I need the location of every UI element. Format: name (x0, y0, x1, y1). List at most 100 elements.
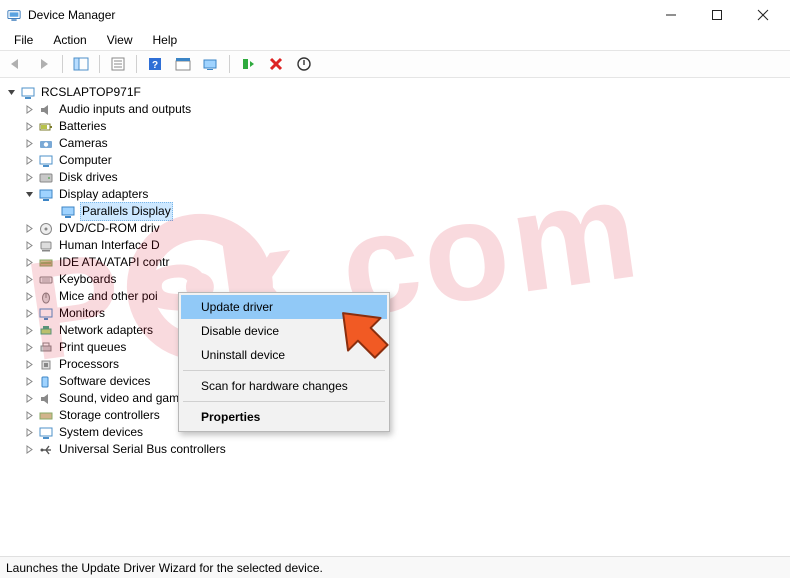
menu-help[interactable]: Help (143, 31, 188, 49)
chevron-right-icon[interactable] (24, 427, 35, 438)
category-icon (38, 187, 54, 203)
menubar: File Action View Help (0, 30, 790, 50)
tree-category[interactable]: Cameras (6, 135, 790, 152)
disable-button[interactable] (292, 53, 316, 75)
tree-category-label: System devices (58, 424, 144, 441)
tree-category-label: Human Interface D (58, 237, 161, 254)
category-icon (38, 442, 54, 458)
tree-category[interactable]: Human Interface D (6, 237, 790, 254)
chevron-right-icon[interactable] (24, 274, 35, 285)
toolbar-separator (229, 55, 230, 73)
category-icon (38, 238, 54, 254)
chevron-right-icon[interactable] (24, 308, 35, 319)
enable-button[interactable] (236, 53, 260, 75)
tree-category[interactable]: Keyboards (6, 271, 790, 288)
category-icon (38, 323, 54, 339)
tree-device-label: Parallels Display (80, 202, 173, 221)
tree-category-label: Audio inputs and outputs (58, 101, 192, 118)
statusbar-text: Launches the Update Driver Wizard for th… (6, 561, 323, 575)
tree-category-label: Computer (58, 152, 113, 169)
update-driver-button[interactable] (171, 53, 195, 75)
chevron-right-icon[interactable] (24, 257, 35, 268)
tree-category-label: Mice and other poi (58, 288, 159, 305)
category-icon (38, 119, 54, 135)
cm-separator (183, 370, 385, 371)
category-icon (38, 255, 54, 271)
twisty-blank (46, 206, 57, 217)
toolbar-separator (136, 55, 137, 73)
chevron-right-icon[interactable] (24, 393, 35, 404)
chevron-right-icon[interactable] (24, 121, 35, 132)
tree-category[interactable]: Batteries (6, 118, 790, 135)
chevron-right-icon[interactable] (24, 240, 35, 251)
tree-category-label: Print queues (58, 339, 127, 356)
cm-separator (183, 401, 385, 402)
category-icon (38, 136, 54, 152)
tree-root-label: RCSLAPTOP971F (40, 84, 142, 101)
device-tree[interactable]: RCSLAPTOP971F Audio inputs and outputs B… (0, 78, 790, 458)
forward-button[interactable] (32, 53, 56, 75)
tree-category[interactable]: Sound, video and game controllers (6, 390, 790, 407)
tree-category[interactable]: Universal Serial Bus controllers (6, 441, 790, 458)
chevron-right-icon[interactable] (24, 359, 35, 370)
show-hide-tree-button[interactable] (69, 53, 93, 75)
chevron-right-icon[interactable] (24, 342, 35, 353)
pointer-cursor-icon (330, 300, 400, 370)
menu-file[interactable]: File (4, 31, 43, 49)
chevron-right-icon[interactable] (24, 376, 35, 387)
minimize-button[interactable] (648, 1, 694, 29)
close-button[interactable] (740, 1, 786, 29)
help-button[interactable]: ? (143, 53, 167, 75)
chevron-right-icon[interactable] (24, 172, 35, 183)
category-icon (38, 102, 54, 118)
category-icon (38, 306, 54, 322)
scan-hardware-button[interactable] (199, 53, 223, 75)
chevron-right-icon[interactable] (24, 410, 35, 421)
menu-view[interactable]: View (97, 31, 143, 49)
tree-category[interactable]: DVD/CD-ROM driv (6, 220, 790, 237)
tree-category[interactable]: Storage controllers (6, 407, 790, 424)
tree-category[interactable]: Display adapters (6, 186, 790, 203)
tree-category-label: Disk drives (58, 169, 119, 186)
tree-category-label: Network adapters (58, 322, 154, 339)
chevron-right-icon[interactable] (24, 138, 35, 149)
tree-category-label: Storage controllers (58, 407, 161, 424)
tree-category[interactable]: Computer (6, 152, 790, 169)
tree-root[interactable]: RCSLAPTOP971F (6, 84, 790, 101)
tree-category-label: Universal Serial Bus controllers (58, 441, 227, 458)
category-icon (38, 425, 54, 441)
maximize-button[interactable] (694, 1, 740, 29)
category-icon (38, 289, 54, 305)
back-button[interactable] (4, 53, 28, 75)
chevron-down-icon[interactable] (24, 189, 35, 200)
category-icon (38, 221, 54, 237)
tree-device-selected[interactable]: Parallels Display (6, 203, 790, 220)
chevron-right-icon[interactable] (24, 444, 35, 455)
cm-properties[interactable]: Properties (181, 405, 387, 429)
tree-category[interactable]: Software devices (6, 373, 790, 390)
category-icon (38, 153, 54, 169)
chevron-right-icon[interactable] (24, 325, 35, 336)
tree-category[interactable]: Disk drives (6, 169, 790, 186)
category-icon (38, 357, 54, 373)
cm-scan-hardware[interactable]: Scan for hardware changes (181, 374, 387, 398)
chevron-right-icon[interactable] (24, 155, 35, 166)
chevron-down-icon[interactable] (6, 87, 17, 98)
window-title: Device Manager (28, 8, 115, 22)
chevron-right-icon[interactable] (24, 223, 35, 234)
properties-button[interactable] (106, 53, 130, 75)
computer-icon (20, 85, 36, 101)
chevron-right-icon[interactable] (24, 104, 35, 115)
uninstall-button[interactable] (264, 53, 288, 75)
titlebar: Device Manager (0, 0, 790, 30)
tree-category[interactable]: System devices (6, 424, 790, 441)
tree-category-label: Software devices (58, 373, 151, 390)
chevron-right-icon[interactable] (24, 291, 35, 302)
menu-action[interactable]: Action (43, 31, 96, 49)
tree-category[interactable]: Audio inputs and outputs (6, 101, 790, 118)
toolbar: ? (0, 50, 790, 78)
tree-category-label: Display adapters (58, 186, 149, 203)
app-icon (6, 7, 22, 23)
svg-text:?: ? (152, 60, 158, 71)
tree-category[interactable]: IDE ATA/ATAPI contr (6, 254, 790, 271)
